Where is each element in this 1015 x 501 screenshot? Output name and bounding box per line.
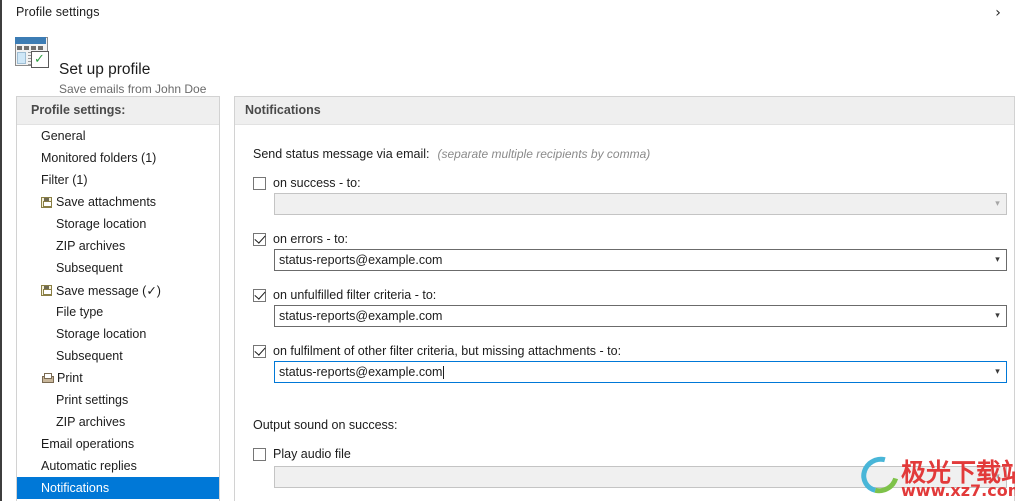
notification-recipient-combo-1[interactable]: status-reports@example.com▾ bbox=[274, 249, 1007, 271]
content-header: Notifications bbox=[235, 97, 1014, 125]
sidebar-header-label: Profile settings: bbox=[31, 103, 125, 117]
sidebar-item-print-settings[interactable]: Print settings bbox=[17, 389, 219, 411]
sidebar-item-subsequent[interactable]: Subsequent bbox=[17, 345, 219, 367]
chevron-down-icon[interactable]: ▾ bbox=[989, 306, 1006, 326]
play-audio-file-label: Play audio file bbox=[273, 447, 351, 461]
notification-checkbox-3[interactable] bbox=[253, 345, 266, 358]
sidebar-item-subsequent[interactable]: Subsequent bbox=[17, 257, 219, 279]
sidebar-item-label: Save attachments bbox=[56, 195, 156, 209]
notification-recipient-value-3: status-reports@example.com bbox=[275, 365, 989, 379]
save-icon bbox=[41, 197, 52, 208]
sidebar-header: Profile settings: bbox=[17, 97, 219, 125]
sidebar-item-label: General bbox=[41, 129, 85, 143]
notification-recipient-combo-2[interactable]: status-reports@example.com▾ bbox=[274, 305, 1007, 327]
notification-checkbox-label-1: on errors - to: bbox=[273, 232, 348, 246]
sidebar-item-label: ZIP archives bbox=[56, 239, 125, 253]
notification-checkbox-row-1[interactable]: on errors - to: bbox=[253, 231, 348, 247]
notification-checkbox-2[interactable] bbox=[253, 289, 266, 302]
profile-window-check-icon: ✓ bbox=[15, 37, 50, 68]
sidebar-item-label: Notifications bbox=[41, 481, 109, 495]
sidebar-item-label: Automatic replies bbox=[41, 459, 137, 473]
notification-recipient-combo-0[interactable]: ▾ bbox=[274, 193, 1007, 215]
play-audio-file-checkbox[interactable] bbox=[253, 448, 266, 461]
notification-checkbox-0[interactable] bbox=[253, 177, 266, 190]
audio-file-combo[interactable]: ▾ bbox=[274, 466, 1007, 488]
sidebar-item-list: General Monitored folders (1) Filter (1) Sa… bbox=[17, 125, 219, 499]
notification-checkbox-label-2: on unfulfilled filter criteria - to: bbox=[273, 288, 436, 302]
save-icon bbox=[41, 285, 52, 296]
sidebar-item-monitored-folders-1[interactable]: Monitored folders (1) bbox=[17, 147, 219, 169]
sidebar-item-storage-location[interactable]: Storage location bbox=[17, 323, 219, 345]
sidebar-item-filter-1[interactable]: Filter (1) bbox=[17, 169, 219, 191]
sidebar-item-storage-location[interactable]: Storage location bbox=[17, 213, 219, 235]
sidebar-item-print[interactable]: Print bbox=[17, 367, 219, 389]
sidebar-item-label: Print settings bbox=[56, 393, 128, 407]
sidebar-item-label: File type bbox=[56, 305, 103, 319]
notification-recipient-value-1: status-reports@example.com bbox=[275, 253, 989, 267]
chevron-down-icon[interactable]: ▾ bbox=[989, 194, 1006, 214]
sidebar-item-label: Subsequent bbox=[56, 349, 123, 363]
notification-recipient-combo-3[interactable]: status-reports@example.com▾ bbox=[274, 361, 1007, 383]
sidebar-item-save-message[interactable]: Save message (✓) bbox=[17, 279, 219, 301]
notification-checkbox-row-3[interactable]: on fulfilment of other filter criteria, … bbox=[253, 343, 621, 359]
profile-settings-sidebar: Profile settings: General Monitored folde… bbox=[16, 96, 220, 501]
sidebar-item-email-operations[interactable]: Email operations bbox=[17, 433, 219, 455]
content-header-label: Notifications bbox=[245, 103, 321, 117]
sidebar-item-label: Storage location bbox=[56, 327, 146, 341]
window-titlebar: Profile settings › bbox=[2, 0, 1015, 27]
send-status-email-text: Send status message via email: bbox=[253, 147, 429, 161]
print-icon bbox=[41, 373, 53, 384]
chevron-down-icon[interactable]: ▾ bbox=[989, 250, 1006, 270]
sidebar-item-label: ZIP archives bbox=[56, 415, 125, 429]
output-sound-label: Output sound on success: bbox=[253, 418, 398, 432]
sidebar-item-label: Email operations bbox=[41, 437, 134, 451]
send-status-email-label: Send status message via email: (separate … bbox=[253, 147, 650, 161]
sidebar-item-file-type[interactable]: File type bbox=[17, 301, 219, 323]
sidebar-item-zip-archives[interactable]: ZIP archives bbox=[17, 411, 219, 433]
notification-checkbox-row-2[interactable]: on unfulfilled filter criteria - to: bbox=[253, 287, 436, 303]
sidebar-item-label: Save message (✓) bbox=[56, 283, 161, 298]
sidebar-item-automatic-replies[interactable]: Automatic replies bbox=[17, 455, 219, 477]
notification-checkbox-label-0: on success - to: bbox=[273, 176, 361, 190]
profile-header: ✓ Set up profile Save emails from John D… bbox=[2, 27, 1015, 85]
sidebar-item-label: Filter (1) bbox=[41, 173, 88, 187]
play-audio-file-checkbox-row[interactable]: Play audio file bbox=[253, 446, 351, 462]
chevron-down-icon[interactable]: ▾ bbox=[989, 467, 1006, 487]
profile-subtitle: Save emails from John Doe bbox=[59, 82, 206, 96]
chevron-down-icon[interactable]: ▾ bbox=[989, 362, 1006, 382]
sidebar-item-label: Print bbox=[57, 371, 83, 385]
notification-recipient-value-2: status-reports@example.com bbox=[275, 309, 989, 323]
notifications-panel: Notifications Send status message via em… bbox=[234, 96, 1015, 501]
notification-checkbox-1[interactable] bbox=[253, 233, 266, 246]
send-status-email-hint: (separate multiple recipients by comma) bbox=[437, 147, 650, 161]
sidebar-item-label: Storage location bbox=[56, 217, 146, 231]
profile-title: Set up profile bbox=[59, 61, 150, 79]
notification-checkbox-row-0[interactable]: on success - to: bbox=[253, 175, 361, 191]
sidebar-item-save-attachments[interactable]: Save attachments bbox=[17, 191, 219, 213]
window-title: Profile settings bbox=[16, 5, 100, 19]
sidebar-item-label: Subsequent bbox=[56, 261, 123, 275]
chevron-right-icon[interactable]: › bbox=[988, 3, 1008, 23]
sidebar-item-notifications[interactable]: Notifications bbox=[17, 477, 219, 499]
sidebar-item-general[interactable]: General bbox=[17, 125, 219, 147]
settings-window: Profile settings › ✓ Set up profile Save… bbox=[0, 0, 1015, 501]
sidebar-item-zip-archives[interactable]: ZIP archives bbox=[17, 235, 219, 257]
sidebar-item-label: Monitored folders (1) bbox=[41, 151, 156, 165]
notification-checkbox-label-3: on fulfilment of other filter criteria, … bbox=[273, 344, 621, 358]
